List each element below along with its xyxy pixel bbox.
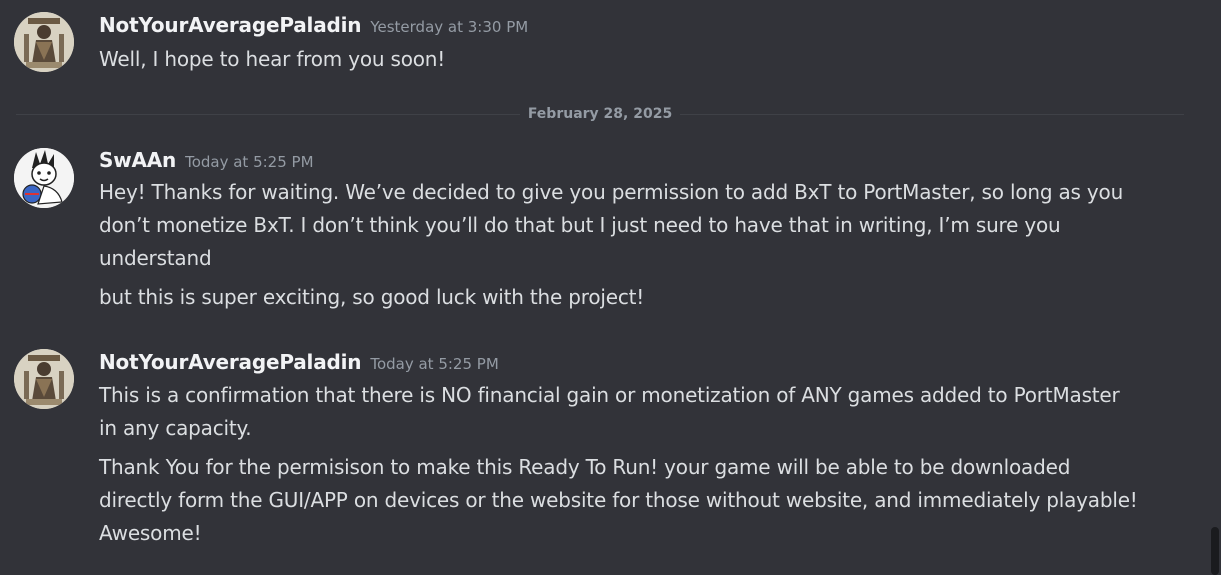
timestamp[interactable]: Today at 5:25 PM <box>185 153 313 171</box>
message-group: NotYourAveragePaladin Today at 5:25 PM Th… <box>0 349 1200 559</box>
message-group: NotYourAveragePaladin Yesterday at 3:30 P… <box>0 12 1200 82</box>
message-header: NotYourAveragePaladin Yesterday at 3:30 P… <box>99 13 528 37</box>
message-text: but this is super exciting, so good luck… <box>99 285 645 309</box>
username[interactable]: NotYourAveragePaladin <box>99 13 362 37</box>
timestamp[interactable]: Yesterday at 3:30 PM <box>370 18 528 36</box>
username[interactable]: SwAAn <box>99 148 176 172</box>
cartoon-kid-avatar-icon[interactable] <box>14 148 74 208</box>
timestamp[interactable]: Today at 5:25 PM <box>370 355 498 373</box>
username[interactable]: NotYourAveragePaladin <box>99 350 362 374</box>
message-header: SwAAn Today at 5:25 PM <box>99 148 314 172</box>
paladin-avatar-icon[interactable] <box>14 12 74 72</box>
message-text: Thank You for the permisison to make thi… <box>99 455 1138 545</box>
message-group: SwAAn Today at 5:25 PM Hey! Thanks for wa… <box>0 147 1200 317</box>
chat-messages: NotYourAveragePaladin Yesterday at 3:30 P… <box>0 0 1221 575</box>
message-text: This is a confirmation that there is NO … <box>99 383 1120 440</box>
date-divider: February 28, 2025 <box>520 104 680 124</box>
message-header: NotYourAveragePaladin Today at 5:25 PM <box>99 350 499 374</box>
message-text: Hey! Thanks for waiting. We’ve decided t… <box>99 180 1124 270</box>
scrollbar-thumb[interactable] <box>1211 527 1219 575</box>
paladin-avatar-icon[interactable] <box>14 349 74 409</box>
message-text: Well, I hope to hear from you soon! <box>99 47 446 71</box>
